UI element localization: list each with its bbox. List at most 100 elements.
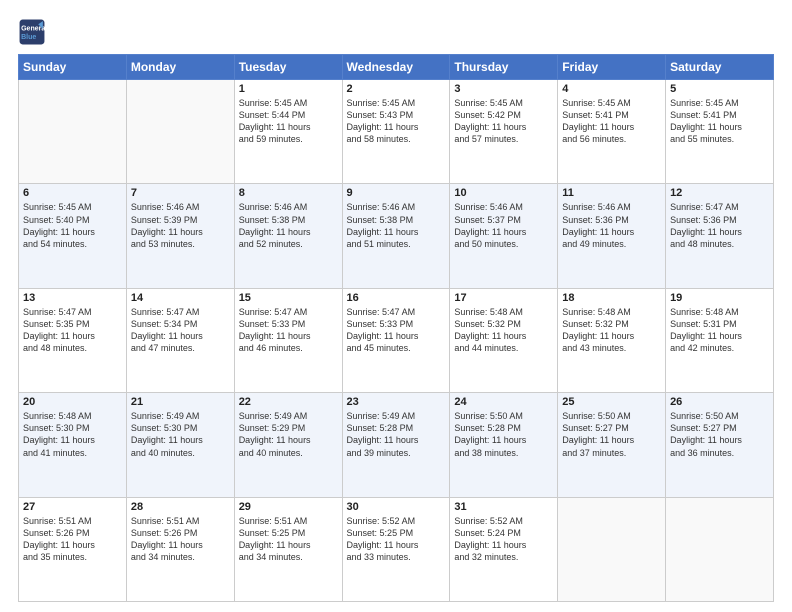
calendar-day-cell: 17 Sunrise: 5:48 AM Sunset: 5:32 PM Dayli…: [450, 288, 558, 392]
calendar-day-cell: 10 Sunrise: 5:46 AM Sunset: 5:37 PM Dayli…: [450, 184, 558, 288]
day-info: Sunrise: 5:50 AM Sunset: 5:27 PM Dayligh…: [562, 410, 661, 459]
calendar-day-header: Thursday: [450, 55, 558, 80]
calendar-day-header: Friday: [558, 55, 666, 80]
day-number: 6: [23, 187, 122, 199]
day-number: 20: [23, 396, 122, 408]
calendar-day-cell: 18 Sunrise: 5:48 AM Sunset: 5:32 PM Dayli…: [558, 288, 666, 392]
calendar-day-header: Wednesday: [342, 55, 450, 80]
day-number: 1: [239, 83, 338, 95]
svg-text:Blue: Blue: [21, 34, 36, 41]
day-info: Sunrise: 5:51 AM Sunset: 5:26 PM Dayligh…: [131, 515, 230, 564]
day-info: Sunrise: 5:48 AM Sunset: 5:32 PM Dayligh…: [454, 306, 553, 355]
day-info: Sunrise: 5:49 AM Sunset: 5:30 PM Dayligh…: [131, 410, 230, 459]
day-info: Sunrise: 5:47 AM Sunset: 5:36 PM Dayligh…: [670, 201, 769, 250]
calendar-day-cell: 15Sunrise: 5:47 AM Sunset: 5:33 PM Dayli…: [234, 288, 342, 392]
day-number: 2: [347, 83, 446, 95]
calendar-table: SundayMondayTuesdayWednesdayThursdayFrid…: [18, 54, 774, 602]
calendar-day-cell: 22 Sunrise: 5:49 AM Sunset: 5:29 PM Dayli…: [234, 393, 342, 497]
calendar-day-cell: 20 Sunrise: 5:48 AM Sunset: 5:30 PM Dayli…: [19, 393, 127, 497]
calendar-day-cell: 27 Sunrise: 5:51 AM Sunset: 5:26 PM Dayli…: [19, 497, 127, 601]
day-number: 13: [23, 292, 122, 304]
calendar-day-cell: 25 Sunrise: 5:50 AM Sunset: 5:27 PM Dayli…: [558, 393, 666, 497]
calendar-day-cell: 13Sunrise: 5:47 AM Sunset: 5:35 PM Dayli…: [19, 288, 127, 392]
calendar-week-row: 1 Sunrise: 5:45 AM Sunset: 5:44 PM Daylig…: [19, 80, 774, 184]
day-info: Sunrise: 5:52 AM Sunset: 5:25 PM Dayligh…: [347, 515, 446, 564]
day-info: Sunrise: 5:45 AM Sunset: 5:41 PM Dayligh…: [670, 97, 769, 146]
day-number: 8: [239, 187, 338, 199]
calendar-day-cell: 31 Sunrise: 5:52 AM Sunset: 5:24 PM Dayli…: [450, 497, 558, 601]
day-number: 24: [454, 396, 553, 408]
calendar-day-cell: 5 Sunrise: 5:45 AM Sunset: 5:41 PM Daylig…: [666, 80, 774, 184]
day-info: Sunrise: 5:49 AM Sunset: 5:28 PM Dayligh…: [347, 410, 446, 459]
calendar-day-cell: 19Sunrise: 5:48 AM Sunset: 5:31 PM Dayli…: [666, 288, 774, 392]
calendar-week-row: 20 Sunrise: 5:48 AM Sunset: 5:30 PM Dayli…: [19, 393, 774, 497]
day-number: 22: [239, 396, 338, 408]
calendar-day-cell: [19, 80, 127, 184]
calendar-day-header: Sunday: [19, 55, 127, 80]
calendar-day-cell: 24 Sunrise: 5:50 AM Sunset: 5:28 PM Dayli…: [450, 393, 558, 497]
day-number: 14: [131, 292, 230, 304]
calendar-day-cell: 8 Sunrise: 5:46 AM Sunset: 5:38 PM Daylig…: [234, 184, 342, 288]
day-info: Sunrise: 5:45 AM Sunset: 5:40 PM Dayligh…: [23, 201, 122, 250]
day-info: Sunrise: 5:52 AM Sunset: 5:24 PM Dayligh…: [454, 515, 553, 564]
day-number: 10: [454, 187, 553, 199]
calendar-day-cell: 23 Sunrise: 5:49 AM Sunset: 5:28 PM Dayli…: [342, 393, 450, 497]
calendar-day-header: Monday: [126, 55, 234, 80]
calendar-day-cell: 1 Sunrise: 5:45 AM Sunset: 5:44 PM Daylig…: [234, 80, 342, 184]
day-info: Sunrise: 5:50 AM Sunset: 5:28 PM Dayligh…: [454, 410, 553, 459]
calendar-day-cell: 9Sunrise: 5:46 AM Sunset: 5:38 PM Daylig…: [342, 184, 450, 288]
day-number: 27: [23, 501, 122, 513]
calendar-week-row: 13Sunrise: 5:47 AM Sunset: 5:35 PM Dayli…: [19, 288, 774, 392]
calendar-day-cell: 28 Sunrise: 5:51 AM Sunset: 5:26 PM Dayli…: [126, 497, 234, 601]
day-info: Sunrise: 5:48 AM Sunset: 5:32 PM Dayligh…: [562, 306, 661, 355]
day-info: Sunrise: 5:45 AM Sunset: 5:41 PM Dayligh…: [562, 97, 661, 146]
day-number: 7: [131, 187, 230, 199]
calendar-header-row: SundayMondayTuesdayWednesdayThursdayFrid…: [19, 55, 774, 80]
calendar-day-cell: 6 Sunrise: 5:45 AM Sunset: 5:40 PM Daylig…: [19, 184, 127, 288]
calendar-day-header: Saturday: [666, 55, 774, 80]
day-info: Sunrise: 5:48 AM Sunset: 5:30 PM Dayligh…: [23, 410, 122, 459]
calendar-day-cell: 7 Sunrise: 5:46 AM Sunset: 5:39 PM Daylig…: [126, 184, 234, 288]
day-info: Sunrise: 5:50 AM Sunset: 5:27 PM Dayligh…: [670, 410, 769, 459]
day-number: 31: [454, 501, 553, 513]
day-info: Sunrise: 5:45 AM Sunset: 5:43 PM Dayligh…: [347, 97, 446, 146]
calendar-day-cell: 30Sunrise: 5:52 AM Sunset: 5:25 PM Dayli…: [342, 497, 450, 601]
day-info: Sunrise: 5:45 AM Sunset: 5:44 PM Dayligh…: [239, 97, 338, 146]
day-number: 17: [454, 292, 553, 304]
day-number: 5: [670, 83, 769, 95]
day-info: Sunrise: 5:46 AM Sunset: 5:37 PM Dayligh…: [454, 201, 553, 250]
calendar-day-cell: [666, 497, 774, 601]
day-number: 18: [562, 292, 661, 304]
day-number: 23: [347, 396, 446, 408]
day-number: 11: [562, 187, 661, 199]
header: General Blue: [18, 18, 774, 46]
day-info: Sunrise: 5:49 AM Sunset: 5:29 PM Dayligh…: [239, 410, 338, 459]
day-number: 21: [131, 396, 230, 408]
day-info: Sunrise: 5:47 AM Sunset: 5:34 PM Dayligh…: [131, 306, 230, 355]
day-info: Sunrise: 5:46 AM Sunset: 5:38 PM Dayligh…: [239, 201, 338, 250]
calendar-day-cell: 26Sunrise: 5:50 AM Sunset: 5:27 PM Dayli…: [666, 393, 774, 497]
day-number: 25: [562, 396, 661, 408]
calendar-day-cell: 11 Sunrise: 5:46 AM Sunset: 5:36 PM Dayli…: [558, 184, 666, 288]
day-info: Sunrise: 5:46 AM Sunset: 5:38 PM Dayligh…: [347, 201, 446, 250]
day-number: 12: [670, 187, 769, 199]
logo-icon: General Blue: [18, 18, 46, 46]
calendar-day-cell: 16Sunrise: 5:47 AM Sunset: 5:33 PM Dayli…: [342, 288, 450, 392]
page: General Blue SundayMondayTuesdayWednesda…: [0, 0, 792, 612]
day-number: 29: [239, 501, 338, 513]
day-number: 3: [454, 83, 553, 95]
calendar-day-cell: 2 Sunrise: 5:45 AM Sunset: 5:43 PM Daylig…: [342, 80, 450, 184]
day-info: Sunrise: 5:46 AM Sunset: 5:39 PM Dayligh…: [131, 201, 230, 250]
calendar-day-cell: [558, 497, 666, 601]
day-number: 19: [670, 292, 769, 304]
day-number: 4: [562, 83, 661, 95]
calendar-day-header: Tuesday: [234, 55, 342, 80]
day-info: Sunrise: 5:51 AM Sunset: 5:26 PM Dayligh…: [23, 515, 122, 564]
calendar-day-cell: [126, 80, 234, 184]
day-info: Sunrise: 5:46 AM Sunset: 5:36 PM Dayligh…: [562, 201, 661, 250]
calendar-day-cell: 4 Sunrise: 5:45 AM Sunset: 5:41 PM Daylig…: [558, 80, 666, 184]
day-info: Sunrise: 5:45 AM Sunset: 5:42 PM Dayligh…: [454, 97, 553, 146]
day-info: Sunrise: 5:47 AM Sunset: 5:33 PM Dayligh…: [239, 306, 338, 355]
day-number: 28: [131, 501, 230, 513]
day-info: Sunrise: 5:47 AM Sunset: 5:33 PM Dayligh…: [347, 306, 446, 355]
